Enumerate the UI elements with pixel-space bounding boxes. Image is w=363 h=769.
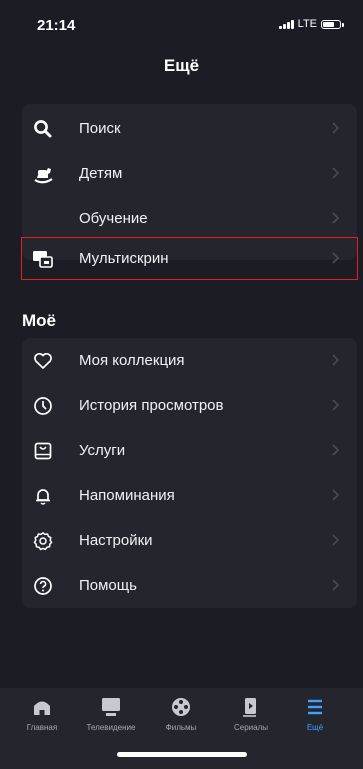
tab-more[interactable]: Ещё: [281, 696, 349, 732]
status-indicators: LTE: [279, 18, 344, 30]
battery-icon: [321, 19, 344, 29]
menu-item-services[interactable]: Услуги: [22, 428, 357, 473]
main-menu: Поиск Детям Обучение Мультискрин: [21, 104, 358, 280]
menu-item-label: Моя коллекция: [79, 352, 185, 369]
chevron-right-icon: [327, 532, 343, 548]
chevron-right-icon: [327, 397, 343, 413]
menu-item-reminders[interactable]: Напоминания: [22, 473, 357, 518]
menu-item-search[interactable]: Поиск: [22, 106, 357, 151]
battery-level: [323, 21, 334, 27]
chevron-right-icon: [327, 487, 343, 503]
tab-series[interactable]: Сериалы: [217, 696, 285, 732]
menu-item-learning[interactable]: Обучение: [22, 196, 357, 241]
home-icon: [8, 696, 76, 718]
menu-item-history[interactable]: История просмотров: [22, 383, 357, 428]
menu-item-settings[interactable]: Настройки: [22, 518, 357, 563]
menu-item-help[interactable]: Помощь: [22, 563, 357, 608]
tab-label: Ещё: [306, 723, 324, 732]
signal-icon: [279, 19, 294, 29]
tab-tv[interactable]: Телевидение: [77, 696, 145, 732]
chevron-right-icon: [327, 442, 343, 458]
menu-item-multiscreen[interactable]: Мультискрин: [21, 237, 358, 280]
tv-icon: [77, 696, 145, 718]
chevron-right-icon: [327, 352, 343, 368]
tab-label: Главная: [26, 723, 58, 732]
menu-item-label: История просмотров: [79, 397, 224, 414]
chevron-right-icon: [327, 250, 343, 266]
status-bar: 21:14 LTE: [0, 0, 363, 44]
menu-item-label: Помощь: [79, 577, 137, 594]
tab-label: Фильмы: [165, 723, 197, 732]
menu-item-label: Напоминания: [79, 487, 175, 504]
chevron-right-icon: [327, 210, 343, 226]
home-indicator: [117, 752, 247, 757]
menu-item-label: Поиск: [79, 120, 121, 137]
film-reel-icon: [147, 696, 215, 718]
menu-item-kids[interactable]: Детям: [22, 151, 357, 196]
menu-item-label: Настройки: [79, 532, 153, 549]
menu-item-collection[interactable]: Моя коллекция: [22, 338, 357, 383]
menu-icon: [281, 696, 349, 718]
chevron-right-icon: [327, 577, 343, 593]
multiscreen-icon: [32, 248, 54, 270]
rocking-horse-icon: [32, 163, 54, 185]
section-title: Моё: [22, 311, 56, 330]
menu-item-label: Детям: [79, 165, 123, 182]
tab-movies[interactable]: Фильмы: [147, 696, 215, 732]
question-icon: [32, 575, 54, 597]
menu-item-label: Обучение: [79, 210, 148, 227]
bell-icon: [32, 485, 54, 507]
network-type: LTE: [297, 18, 317, 30]
chevron-right-icon: [327, 120, 343, 136]
search-icon: [32, 118, 54, 140]
chevron-right-icon: [327, 165, 343, 181]
heart-icon: [32, 350, 54, 372]
page-title: Ещё: [163, 56, 200, 75]
tab-home[interactable]: Главная: [8, 696, 76, 732]
series-icon: [217, 696, 285, 718]
status-time: 21:14: [37, 17, 76, 34]
my-menu: Моя коллекция История просмотров Услуги …: [22, 338, 357, 608]
menu-item-label: Мультискрин: [79, 250, 169, 267]
gear-icon: [32, 530, 54, 552]
tab-label: Сериалы: [233, 723, 268, 732]
bag-icon: [32, 440, 54, 462]
clock-icon: [32, 395, 54, 417]
tab-label: Телевидение: [86, 723, 136, 732]
menu-item-label: Услуги: [79, 442, 126, 459]
